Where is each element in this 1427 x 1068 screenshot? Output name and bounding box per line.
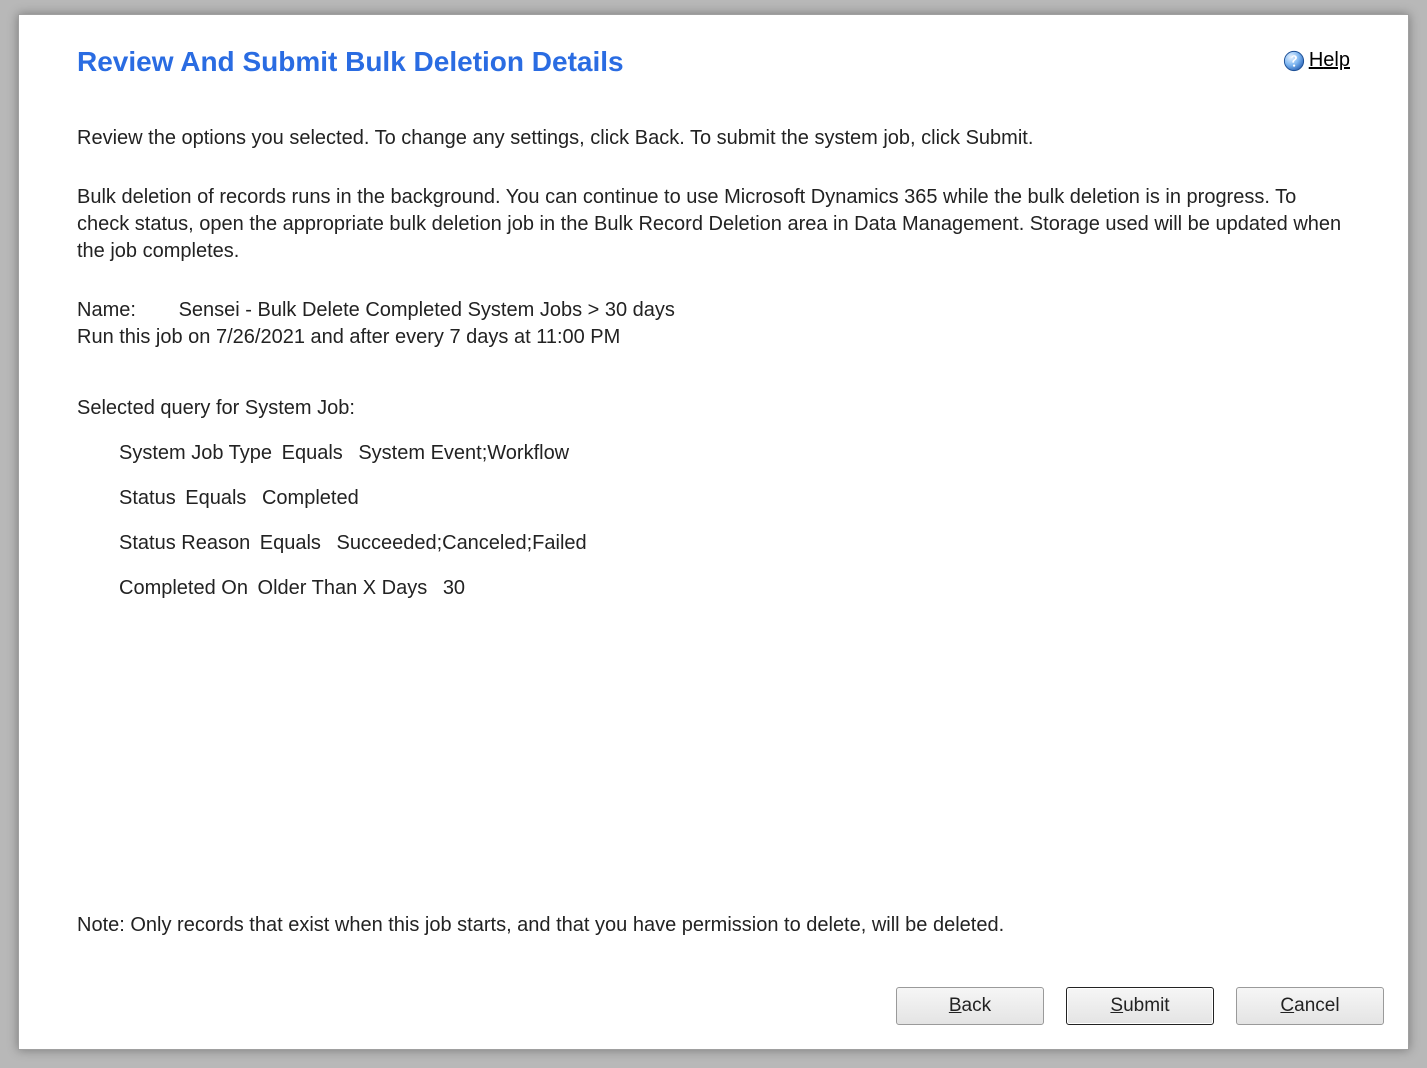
query-operator: Equals xyxy=(282,440,343,467)
job-name-value: Sensei - Bulk Delete Completed System Jo… xyxy=(179,299,675,321)
dialog-body: Review the options you selected. To chan… xyxy=(19,79,1408,969)
query-field: Status Reason xyxy=(119,530,250,557)
job-name-label: Name: xyxy=(77,297,173,324)
cancel-button[interactable]: Cancel xyxy=(1236,987,1384,1025)
intro-text-1: Review the options you selected. To chan… xyxy=(77,125,1350,152)
query-value: Succeeded;Canceled;Failed xyxy=(336,530,586,557)
query-heading: Selected query for System Job: xyxy=(77,395,1350,422)
page-title: Review And Submit Bulk Deletion Details xyxy=(77,45,624,79)
job-name-row: Name: Sensei - Bulk Delete Completed Sys… xyxy=(77,297,1350,324)
query-operator: Equals xyxy=(185,485,246,512)
query-row: System Job Type Equals System Event;Work… xyxy=(119,440,1350,467)
back-button[interactable]: Back xyxy=(896,987,1044,1025)
query-row: Status Reason Equals Succeeded;Canceled;… xyxy=(119,530,1350,557)
help-link-label: Help xyxy=(1309,49,1350,72)
footer-note: Note: Only records that exist when this … xyxy=(77,912,1350,939)
query-field: System Job Type xyxy=(119,440,272,467)
help-link[interactable]: Help xyxy=(1283,49,1350,72)
schedule-text: Run this job on 7/26/2021 and after ever… xyxy=(77,324,1350,351)
query-field: Completed On xyxy=(119,575,248,602)
dialog-footer: Back Submit Cancel xyxy=(19,969,1408,1049)
query-value: 30 xyxy=(443,575,465,602)
query-operator: Equals xyxy=(260,530,321,557)
query-operator: Older Than X Days xyxy=(258,575,428,602)
query-value: Completed xyxy=(262,485,359,512)
intro-text-2: Bulk deletion of records runs in the bac… xyxy=(77,184,1350,265)
dialog-header: Review And Submit Bulk Deletion Details … xyxy=(19,15,1408,79)
query-row: Completed On Older Than X Days 30 xyxy=(119,575,1350,602)
bulk-deletion-wizard-dialog: Review And Submit Bulk Deletion Details … xyxy=(18,14,1409,1050)
help-icon xyxy=(1283,50,1305,72)
query-field: Status xyxy=(119,485,176,512)
query-value: System Event;Workflow xyxy=(358,440,569,467)
submit-button[interactable]: Submit xyxy=(1066,987,1214,1025)
query-criteria-list: System Job Type Equals System Event;Work… xyxy=(77,440,1350,602)
query-row: Status Equals Completed xyxy=(119,485,1350,512)
